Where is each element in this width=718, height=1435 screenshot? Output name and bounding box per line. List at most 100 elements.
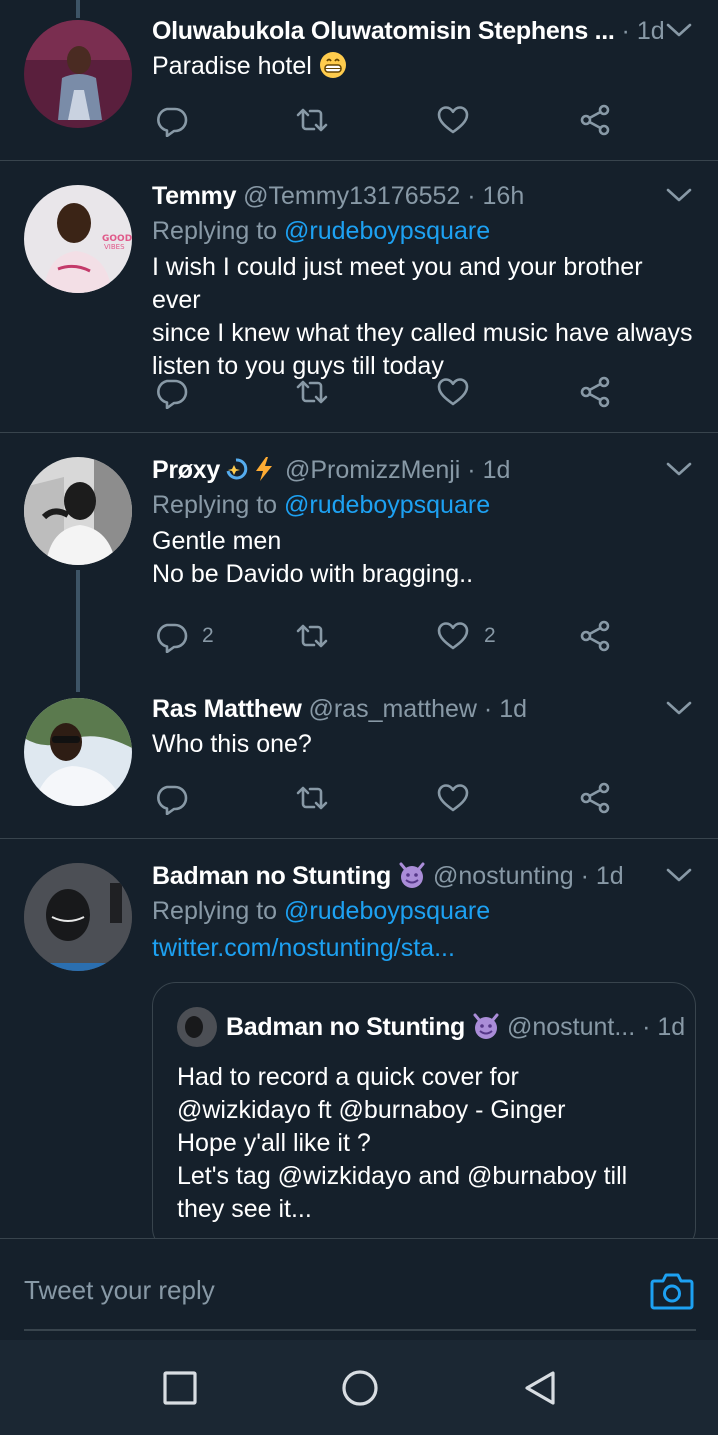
heart-icon (436, 619, 470, 653)
display-name[interactable]: Temmy (152, 182, 236, 210)
grinning-emoji-icon (319, 52, 346, 78)
circle-icon (342, 1370, 378, 1406)
tweet-text: Who this one? (152, 730, 312, 758)
retweet-button[interactable] (295, 616, 329, 656)
avatar[interactable] (24, 863, 132, 971)
tweet-text: Gentle men No be Davido with bragging.. (152, 527, 474, 588)
back-button[interactable] (520, 1368, 560, 1408)
separator-dot: · (621, 17, 637, 45)
user-handle[interactable]: @nostunting (433, 862, 574, 890)
retweet-icon (295, 619, 329, 653)
timestamp[interactable]: 1d (499, 695, 527, 723)
heart-icon (436, 375, 470, 409)
retweet-button[interactable] (295, 778, 329, 818)
home-button[interactable] (340, 1368, 380, 1408)
chevron-down-icon[interactable] (666, 187, 692, 203)
mention-link[interactable]: @rudeboypsquare (284, 491, 490, 519)
chevron-down-icon[interactable] (666, 700, 692, 716)
share-icon (578, 781, 612, 815)
quoted-avatar (177, 1007, 217, 1047)
display-name[interactable]: Prøxy (152, 456, 220, 484)
separator-dot: · (460, 182, 483, 210)
reply-icon (154, 619, 188, 653)
tweet-actions (152, 100, 622, 140)
separator-dot: · (460, 456, 483, 484)
user-handle[interactable]: @ras_matthew (308, 695, 477, 723)
share-icon (578, 103, 612, 137)
tweet[interactable]: GOOD VIBES Temmy @Temmy13176552 · 16h Re… (0, 161, 718, 432)
share-button[interactable] (578, 100, 612, 140)
retweet-icon (295, 375, 329, 409)
quoted-handle: @nostunt... (506, 1013, 636, 1041)
quoted-header: Badman no Stunting @nostunt... · 1d (226, 1009, 685, 1045)
square-icon (163, 1371, 197, 1405)
tweet-actions (152, 778, 622, 818)
quoted-tweet[interactable]: Badman no Stunting @nostunt... · 1d Had … (152, 982, 696, 1238)
reply-icon (154, 375, 188, 409)
share-button[interactable] (578, 616, 612, 656)
avatar[interactable] (24, 20, 132, 128)
retweet-button[interactable] (295, 100, 329, 140)
tweet[interactable]: Ras Matthew @ras_matthew · 1d Who this o… (0, 678, 718, 838)
replying-to: Replying to @rudeboypsquare (152, 491, 491, 519)
reply-feed[interactable]: Oluwabukola Oluwatomisin Stephens ... · … (0, 0, 718, 1238)
mention-link[interactable]: @rudeboypsquare (284, 897, 490, 925)
replying-to: Replying to @rudeboypsquare (152, 897, 491, 925)
display-name[interactable]: Badman no Stunting (152, 862, 391, 890)
quoted-display-name: Badman no Stunting (226, 1013, 466, 1041)
chevron-down-icon[interactable] (666, 461, 692, 477)
lightning-emoji-icon (255, 457, 272, 481)
reply-button[interactable] (154, 778, 188, 818)
tweet-header: Badman no Stunting @nostunting · 1d (152, 859, 696, 893)
separator-dot: · (476, 695, 500, 723)
display-name[interactable]: Ras Matthew (152, 695, 302, 723)
chevron-down-icon[interactable] (666, 22, 692, 38)
timestamp[interactable]: 16h (483, 182, 525, 210)
svg-text:VIBES: VIBES (104, 243, 125, 251)
tweet[interactable]: Prøxy @PromizzMenji · 1d Replying to @ru… (0, 433, 718, 678)
smiling-devil-emoji-icon (399, 862, 425, 888)
tweet-header: Temmy @Temmy13176552 · 16h (152, 179, 696, 213)
avatar[interactable] (24, 457, 132, 565)
tweet[interactable]: Badman no Stunting @nostunting · 1d Repl… (0, 839, 718, 1238)
reply-input[interactable]: Tweet your reply (24, 1275, 215, 1306)
reply-button[interactable] (154, 100, 188, 140)
like-button[interactable]: 2 (436, 616, 496, 656)
camera-icon[interactable] (650, 1271, 694, 1311)
tweet-header: Oluwabukola Oluwatomisin Stephens ... · … (152, 14, 696, 48)
system-navigation-bar (0, 1340, 718, 1435)
timestamp[interactable]: 1d (596, 862, 624, 890)
heart-icon (436, 103, 470, 137)
quoted-timestamp: 1d (657, 1013, 686, 1041)
recent-apps-button[interactable] (160, 1368, 200, 1408)
timestamp[interactable]: 1d (637, 17, 665, 45)
avatar[interactable]: GOOD VIBES (24, 185, 132, 293)
separator-dot: · (573, 862, 596, 890)
replying-to: Replying to @rudeboypsquare (152, 217, 491, 245)
retweet-icon (295, 103, 329, 137)
like-button[interactable] (436, 100, 470, 140)
display-name[interactable]: Oluwabukola Oluwatomisin Stephens ... (152, 17, 615, 45)
share-button[interactable] (578, 372, 612, 412)
timestamp[interactable]: 1d (483, 456, 511, 484)
heart-icon (436, 781, 470, 815)
tweet-link[interactable]: twitter.com/nostunting/sta... (152, 931, 696, 965)
chevron-down-icon[interactable] (666, 867, 692, 883)
retweet-button[interactable] (295, 372, 329, 412)
tweet[interactable]: Oluwabukola Oluwatomisin Stephens ... · … (0, 0, 718, 160)
user-handle[interactable]: @PromizzMenji (285, 456, 460, 484)
avatar[interactable] (24, 698, 132, 806)
user-handle[interactable]: @Temmy13176552 (243, 182, 460, 210)
tweet-text: Paradise hotel (152, 50, 696, 83)
dizzy-emoji-icon (226, 458, 248, 480)
share-button[interactable] (578, 778, 612, 818)
composer-underline (24, 1329, 696, 1331)
tweet-actions: 2 2 (152, 616, 622, 656)
separator-dot: · (635, 1013, 658, 1041)
like-button[interactable] (436, 778, 470, 818)
like-button[interactable] (436, 372, 470, 412)
reply-button[interactable] (154, 372, 188, 412)
tweet-header: Ras Matthew @ras_matthew · 1d (152, 692, 696, 726)
reply-button[interactable]: 2 (154, 616, 214, 656)
mention-link[interactable]: @rudeboypsquare (284, 217, 490, 245)
